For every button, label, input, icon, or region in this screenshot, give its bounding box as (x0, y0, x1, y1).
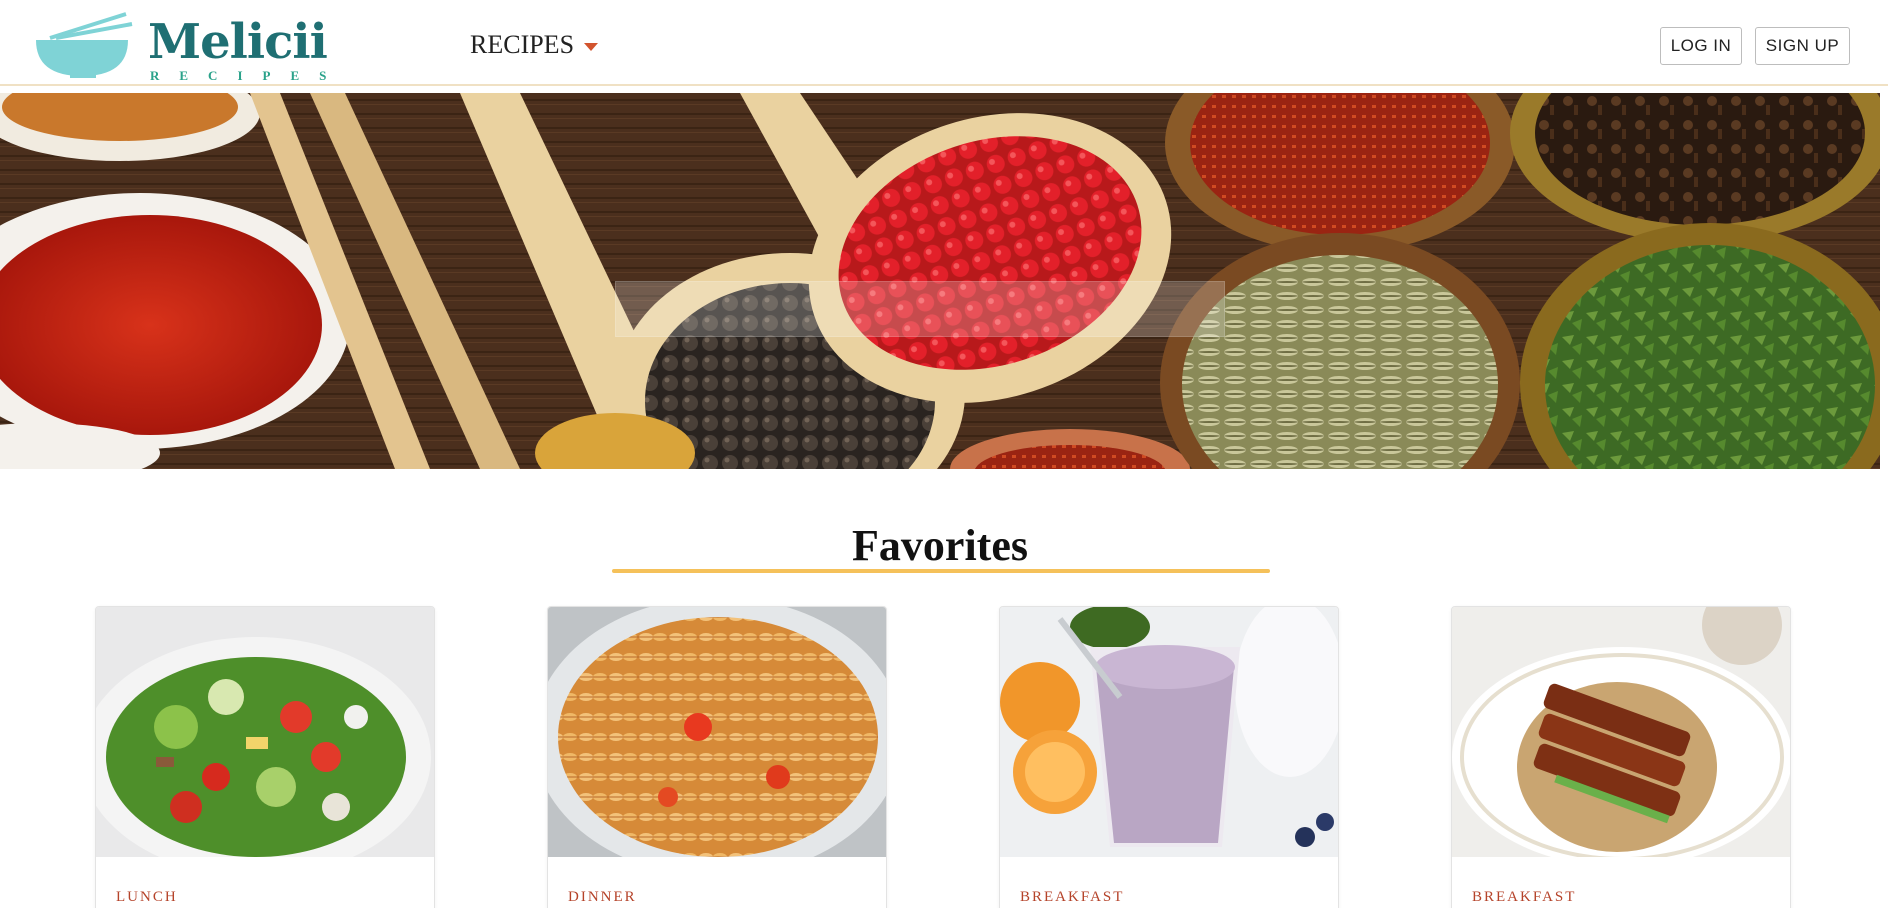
pasta-image (548, 607, 886, 857)
favorites-underline (612, 569, 1270, 573)
card-category: BREAKFAST (1472, 889, 1577, 905)
tempeh-sandwich-image (1452, 607, 1790, 857)
salad-image (96, 607, 434, 857)
recipe-card[interactable]: BREAKFAST (1451, 606, 1791, 908)
recipe-card[interactable]: BREAKFAST (999, 606, 1339, 908)
logo-subtitle: RECIPES (150, 68, 347, 83)
card-category: BREAKFAST (1020, 889, 1125, 905)
hero-search-overlay[interactable] (615, 281, 1225, 337)
card-category: DINNER (568, 889, 637, 905)
card-category: LUNCH (116, 889, 178, 905)
login-button[interactable]: LOG IN (1660, 27, 1742, 65)
logo[interactable]: Melicii RECIPES (30, 10, 328, 83)
recipe-card[interactable]: LUNCH (95, 606, 435, 908)
logo-name: Melicii (148, 14, 328, 70)
recipes-dropdown[interactable]: RECIPES (470, 30, 599, 60)
signup-button[interactable]: SIGN UP (1755, 27, 1850, 65)
site-header: Melicii RECIPES RECIPES LOG IN SIGN UP (0, 0, 1888, 86)
caret-down-icon (584, 43, 599, 51)
favorites-heading: Favorites (852, 521, 1028, 570)
smoothie-image (1000, 607, 1338, 857)
hero-banner (0, 93, 1880, 469)
bowl-icon (36, 12, 133, 78)
recipes-label: RECIPES (470, 30, 575, 59)
recipe-card[interactable]: DINNER (547, 606, 887, 908)
